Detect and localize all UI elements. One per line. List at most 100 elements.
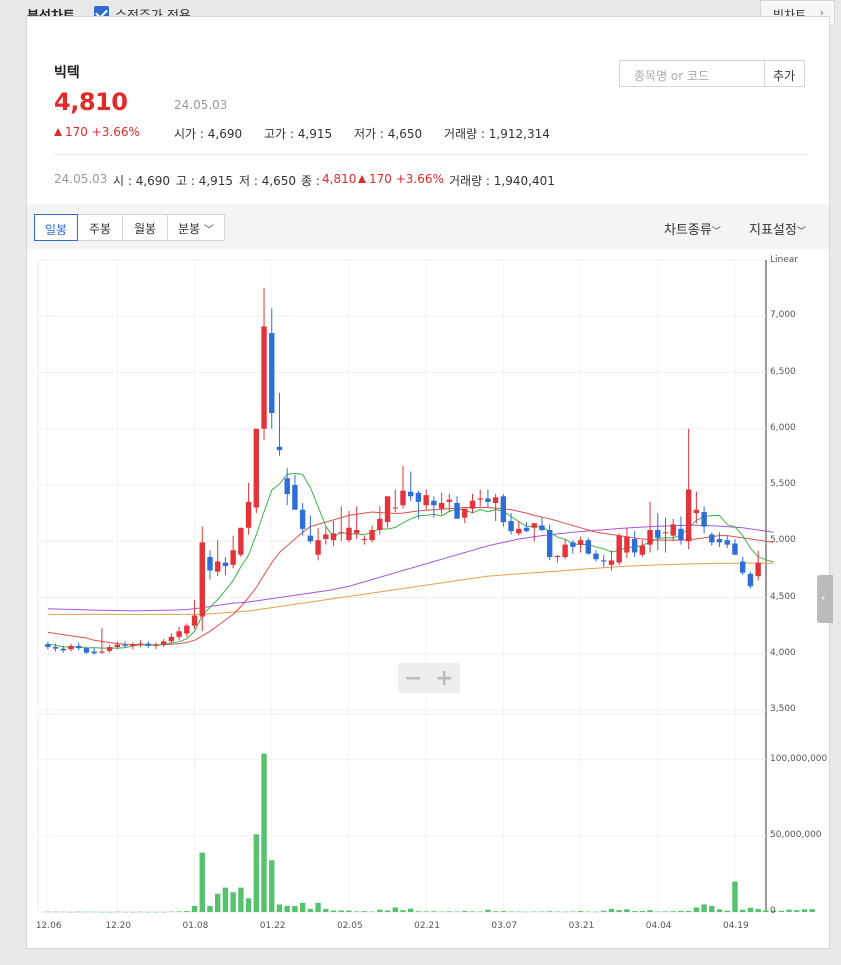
candle-body [400,490,406,506]
candle-body [670,524,676,536]
volume-bar [284,905,290,912]
candle-body [106,647,113,651]
candle-body [408,491,414,497]
zoom-out-icon[interactable]: − [404,666,422,691]
candle-body [755,562,761,577]
candle-body [230,550,236,565]
volume-bar [716,909,723,912]
volume-bar [639,910,646,912]
candle-body [269,333,275,413]
candle-body [500,496,507,523]
volume-bar [299,902,306,912]
candle-body [284,478,290,494]
volume-bar [408,908,414,912]
volume-bar [369,911,375,913]
candle-body [153,644,159,646]
x-tick-label: 04.19 [722,921,749,931]
volume-bar [168,911,175,913]
candle-body [438,503,445,509]
volume-bar [492,911,499,912]
candle-body [338,532,344,534]
volume-bar [523,911,530,913]
volume-bar [500,911,507,912]
volume-bar [176,911,182,912]
scale-label: Linear [770,255,798,265]
candle-body [716,539,723,543]
volume-bar [361,911,368,912]
candle-body [546,530,553,557]
candle-body [577,540,584,545]
candle-body [346,527,352,541]
candle-body [176,631,182,637]
volume-bar [732,881,738,912]
candle-body [562,544,568,557]
price-chart[interactable] [0,0,841,965]
candle-body [160,641,167,645]
volume-bar [801,909,808,912]
candle-body [330,533,337,541]
y-tick-label: 4,000 [770,647,796,658]
candle-body [431,500,437,506]
candle-body [369,530,375,541]
volume-bar [747,907,754,912]
volume-bar [755,908,761,912]
volume-bar [431,911,437,912]
volume-bar [616,910,622,912]
volume-bar [554,911,561,913]
volume-bar [585,911,591,913]
volume-bar [477,911,483,913]
volume-bar [662,911,669,912]
volume-bar [160,911,167,913]
volume-bar [570,911,576,913]
volume-tick-label: 50,000,000 [770,829,822,840]
candle-body [68,645,74,650]
candle-body [122,644,128,646]
candle-body [207,557,213,571]
volume-bar [685,910,692,912]
volume-bar [462,911,468,912]
y-tick-label: 6,000 [770,422,796,433]
candle-body [76,645,82,649]
candle-body [353,530,360,534]
candle-body [469,500,476,509]
volume-bar [269,860,275,912]
volume-bar [485,909,491,912]
volume-bar [709,905,715,912]
y-tick-label: 6,500 [770,366,796,377]
candle-body [253,428,260,508]
volume-bar [809,909,815,912]
volume-bar [624,909,630,912]
candle-body [601,560,607,562]
candle-body [276,446,283,451]
candle-body [585,540,591,554]
volume-bar [137,911,144,913]
candle-body [647,530,653,545]
candle-body [655,530,661,538]
volume-bar [122,911,128,913]
zoom-control: − + [398,663,460,693]
candle-body [593,553,599,560]
side-panel-toggle[interactable]: ‹ [817,575,833,623]
candle-body [114,644,121,647]
candle-body [732,543,738,555]
volume-bar [539,911,545,913]
candle-body [45,644,51,647]
candle-body [91,651,97,654]
zoom-in-icon[interactable]: + [435,666,453,691]
candle-body [662,532,669,534]
x-tick-label: 02.05 [336,921,363,931]
volume-bar [353,911,360,912]
volume-bar [701,904,707,912]
volume-bar [601,910,607,912]
candle-body [616,535,622,563]
volume-bar [631,911,638,912]
volume-bar [68,911,74,913]
volume-bar [655,911,661,913]
volume-bar [778,910,785,912]
volume-bar [415,911,422,912]
volume-bar [593,911,599,913]
candle-body [137,643,144,645]
candle-body [130,644,136,646]
volume-bar [670,911,676,912]
volume-bar [469,911,476,912]
